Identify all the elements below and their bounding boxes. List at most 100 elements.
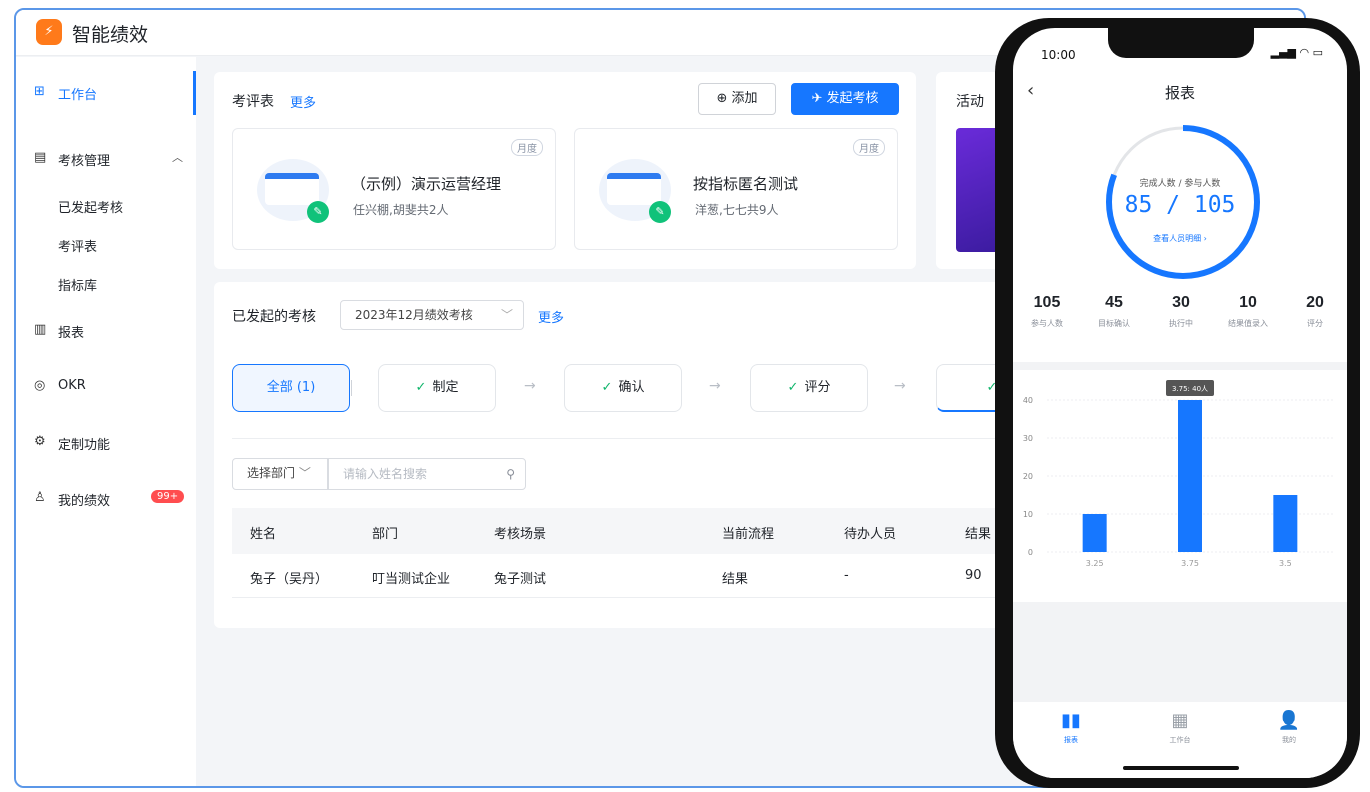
view-details-link[interactable]: 查看人员明细 ›: [1013, 233, 1347, 244]
column-header: 姓名: [250, 527, 277, 542]
period-tag: 月度: [853, 139, 885, 156]
step-filter-score[interactable]: ✓ 评分: [750, 364, 868, 412]
more-link[interactable]: 更多: [290, 92, 316, 111]
form-illustration-icon: ✎: [257, 159, 329, 223]
launch-button-label: 发起考核: [826, 91, 879, 106]
table-cell: -: [844, 568, 849, 583]
stat-item[interactable]: 10 结果值录入: [1218, 294, 1278, 329]
app-logo-icon: ⚡: [36, 19, 62, 45]
tab-report[interactable]: ▮▮ 报表: [1041, 710, 1101, 745]
table-row[interactable]: 兔子（吴丹） 叮当测试企业 兔子测试 结果 - 90: [232, 554, 1014, 598]
stat-label: 评分: [1307, 319, 1323, 328]
tab-label: 报表: [1064, 736, 1078, 744]
user-icon: ♙: [34, 490, 46, 505]
signal-wifi-battery-icon: ▂▄▆ ◠ ▭: [1270, 46, 1323, 59]
search-input[interactable]: 请输入姓名搜索 ⚲: [328, 458, 526, 490]
check-circle-icon: ✓: [601, 380, 613, 395]
sidebar-item-label: 考核管理: [58, 154, 111, 169]
stat-label: 目标确认: [1098, 319, 1130, 328]
department-select[interactable]: 选择部门 ﹀: [232, 458, 328, 490]
add-button-label: 添加: [731, 91, 758, 106]
step-label: 确认: [618, 380, 645, 395]
eval-table-card: 考评表 更多 ⊕ 添加 ✈ 发起考核 月度 ✎ （示例）演示运营经理 任兴棚,胡…: [214, 72, 916, 269]
divider: [351, 380, 352, 396]
column-header: 考核场景: [494, 527, 547, 542]
tab-label: 工作台: [1169, 736, 1191, 744]
sidebar-subitem-eval-table[interactable]: 考评表: [58, 236, 97, 255]
launch-assessment-button[interactable]: ✈ 发起考核: [791, 83, 899, 115]
sidebar-item-label: 工作台: [58, 88, 98, 103]
table-cell: 90: [965, 568, 982, 583]
target-icon: ◎: [34, 378, 46, 393]
sidebar-item-label: 我的绩效: [58, 494, 111, 509]
chevron-up-icon[interactable]: ︿: [172, 149, 183, 165]
assessment-table: 姓名 部门 考核场景 当前流程 待办人员 结果 兔子（吴丹） 叮当测试企业 兔子…: [232, 508, 1014, 598]
section-title: 考评表: [232, 94, 274, 110]
stat-value: 45: [1105, 294, 1123, 311]
sidebar-subitem-launched[interactable]: 已发起考核: [58, 197, 123, 216]
stat-value: 30: [1172, 294, 1190, 311]
step-label: 评分: [804, 380, 831, 395]
tooltip-text: 3.75: 40人: [1172, 385, 1208, 393]
stat-label: 参与人数: [1031, 319, 1063, 328]
stat-value: 20: [1306, 294, 1324, 311]
sidebar-subitem-metrics[interactable]: 指标库: [58, 275, 97, 294]
sidebar: ⊞ 工作台 ▤ 考核管理 ︿ 已发起考核 考评表 指标库 ▥ 报表 ◎ OKR …: [16, 57, 196, 786]
sidebar-item-assessment[interactable]: ▤ 考核管理 ︿: [16, 137, 196, 181]
period-select[interactable]: 2023年12月绩效考核 ﹀: [340, 300, 524, 330]
add-button[interactable]: ⊕ 添加: [698, 83, 776, 115]
section-title: 已发起的考核: [232, 309, 316, 325]
x-tick-label: 3.25: [1086, 559, 1104, 568]
bar[interactable]: [1178, 400, 1202, 552]
check-circle-icon: ✓: [415, 380, 427, 395]
y-tick-label: 40: [1023, 396, 1033, 405]
section-title: 活动: [956, 94, 984, 110]
table-header: 姓名 部门 考核场景 当前流程 待办人员 结果: [232, 508, 1014, 554]
period-select-value: 2023年12月绩效考核: [355, 308, 473, 322]
period-tag: 月度: [511, 139, 543, 156]
sidebar-item-custom[interactable]: ⚙ 定制功能: [16, 421, 196, 465]
stat-item[interactable]: 30 执行中: [1151, 294, 1211, 329]
step-filter-confirm[interactable]: ✓ 确认: [564, 364, 682, 412]
sidebar-item-label: 定制功能: [58, 438, 111, 453]
phone-mockup: 10:00 ▂▄▆ ◠ ▭ ‹ 报表 完成人数 / 参与人数 85 / 105 …: [995, 18, 1360, 788]
arrow-right-icon: →: [709, 378, 721, 394]
step-filter-all[interactable]: 全部 (1): [232, 364, 350, 412]
template-name: 按指标匿名测试: [693, 175, 799, 193]
bar[interactable]: [1273, 495, 1298, 552]
stat-item[interactable]: 45 目标确认: [1084, 294, 1144, 329]
search-placeholder: 请输入姓名搜索: [343, 467, 428, 481]
launched-assessments-card: 已发起的考核 2023年12月绩效考核 ﹀ 更多 全部 (1) ✓ 制定 → ✓ 确…: [214, 282, 1054, 628]
bar-chart-icon: ▮▮: [1061, 710, 1081, 731]
template-card[interactable]: 月度 ✎ 按指标匿名测试 洋葱,七七共9人: [574, 128, 898, 250]
divider: [1013, 362, 1347, 370]
sidebar-item-my-performance[interactable]: ♙ 我的绩效 99+: [16, 477, 196, 521]
bar[interactable]: [1082, 514, 1107, 552]
x-tick-label: 3.5: [1279, 559, 1292, 568]
grid-icon: ⊞: [34, 84, 45, 99]
y-tick-label: 20: [1023, 472, 1033, 481]
chevron-down-icon: ﹀: [500, 308, 513, 322]
status-time: 10:00: [1041, 48, 1076, 62]
sidebar-item-report[interactable]: ▥ 报表: [16, 309, 196, 353]
step-filter-define[interactable]: ✓ 制定: [378, 364, 496, 412]
stat-item[interactable]: 105 参与人数: [1017, 294, 1077, 329]
ring-caption: 完成人数 / 参与人数: [1139, 179, 1221, 189]
bar-chart: 0 10 20 30 40 3.25 3.75 3.5 3.75: 40人: [1023, 380, 1333, 568]
more-link[interactable]: 更多: [538, 307, 564, 326]
template-members: 洋葱,七七共9人: [695, 203, 779, 217]
check-circle-icon: ✓: [787, 380, 799, 395]
tab-me[interactable]: 👤 我的: [1259, 710, 1319, 745]
sidebar-item-workbench[interactable]: ⊞ 工作台: [16, 71, 196, 115]
tab-workbench[interactable]: ▦ 工作台: [1150, 710, 1210, 745]
tab-label: 我的: [1282, 736, 1296, 744]
report-icon: ▥: [34, 322, 47, 337]
stat-item[interactable]: 20 评分: [1285, 294, 1345, 329]
sidebar-item-okr[interactable]: ◎ OKR: [16, 365, 196, 409]
template-card[interactable]: 月度 ✎ （示例）演示运营经理 任兴棚,胡斐共2人: [232, 128, 556, 250]
plus-circle-icon: ⊕: [716, 91, 732, 106]
table-cell: 兔子（吴丹）: [250, 572, 329, 587]
sidebar-item-label: OKR: [58, 378, 86, 393]
stat-value: 10: [1239, 294, 1257, 311]
stat-label: 执行中: [1169, 319, 1193, 328]
